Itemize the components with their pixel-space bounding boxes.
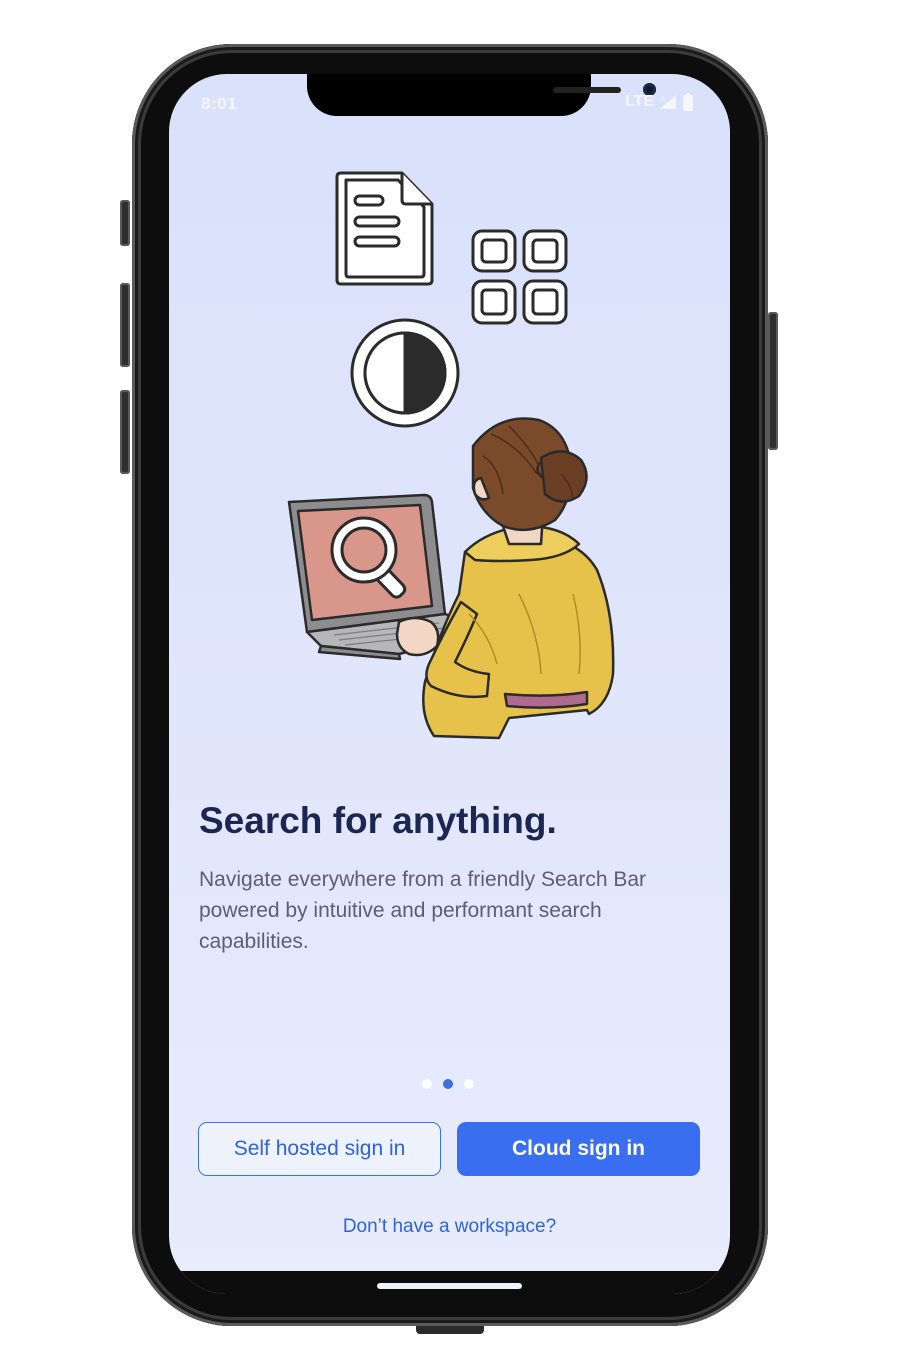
- earpiece-speaker: [553, 87, 621, 93]
- mute-switch: [120, 200, 130, 246]
- page-dot-1[interactable]: [422, 1079, 432, 1089]
- document-icon: [335, 171, 434, 286]
- onboarding-headline: Search for anything.: [199, 800, 557, 841]
- volume-up-button: [120, 283, 130, 367]
- cloud-sign-in-button[interactable]: Cloud sign in: [457, 1122, 700, 1176]
- contrast-icon: [350, 318, 460, 428]
- onboarding-illustration: [287, 171, 615, 740]
- page-dot-2-active[interactable]: [443, 1079, 453, 1089]
- battery-icon: [683, 93, 693, 111]
- onboarding-description: Navigate everywhere from a friendly Sear…: [199, 868, 647, 953]
- status-time: 8:01: [201, 94, 238, 113]
- svg-text:R: R: [661, 96, 666, 104]
- phone-screen: 8:01 LTE R Search for anything. Navigate…: [169, 74, 730, 1294]
- signal-icon: R: [660, 95, 676, 109]
- page-indicator: [422, 1079, 474, 1089]
- status-indicators: LTE R: [625, 93, 694, 111]
- no-workspace-link[interactable]: Don’t have a workspace?: [169, 1216, 730, 1238]
- network-type: LTE: [624, 93, 654, 110]
- phone-bottom-edge: [416, 1326, 484, 1334]
- power-button: [768, 312, 778, 450]
- volume-down-button: [120, 390, 130, 474]
- apps-grid-icon: [471, 229, 568, 325]
- home-indicator[interactable]: [377, 1283, 522, 1289]
- notch: [307, 74, 656, 116]
- page-dot-3[interactable]: [464, 1079, 474, 1089]
- self-hosted-sign-in-button[interactable]: Self hosted sign in: [198, 1122, 441, 1176]
